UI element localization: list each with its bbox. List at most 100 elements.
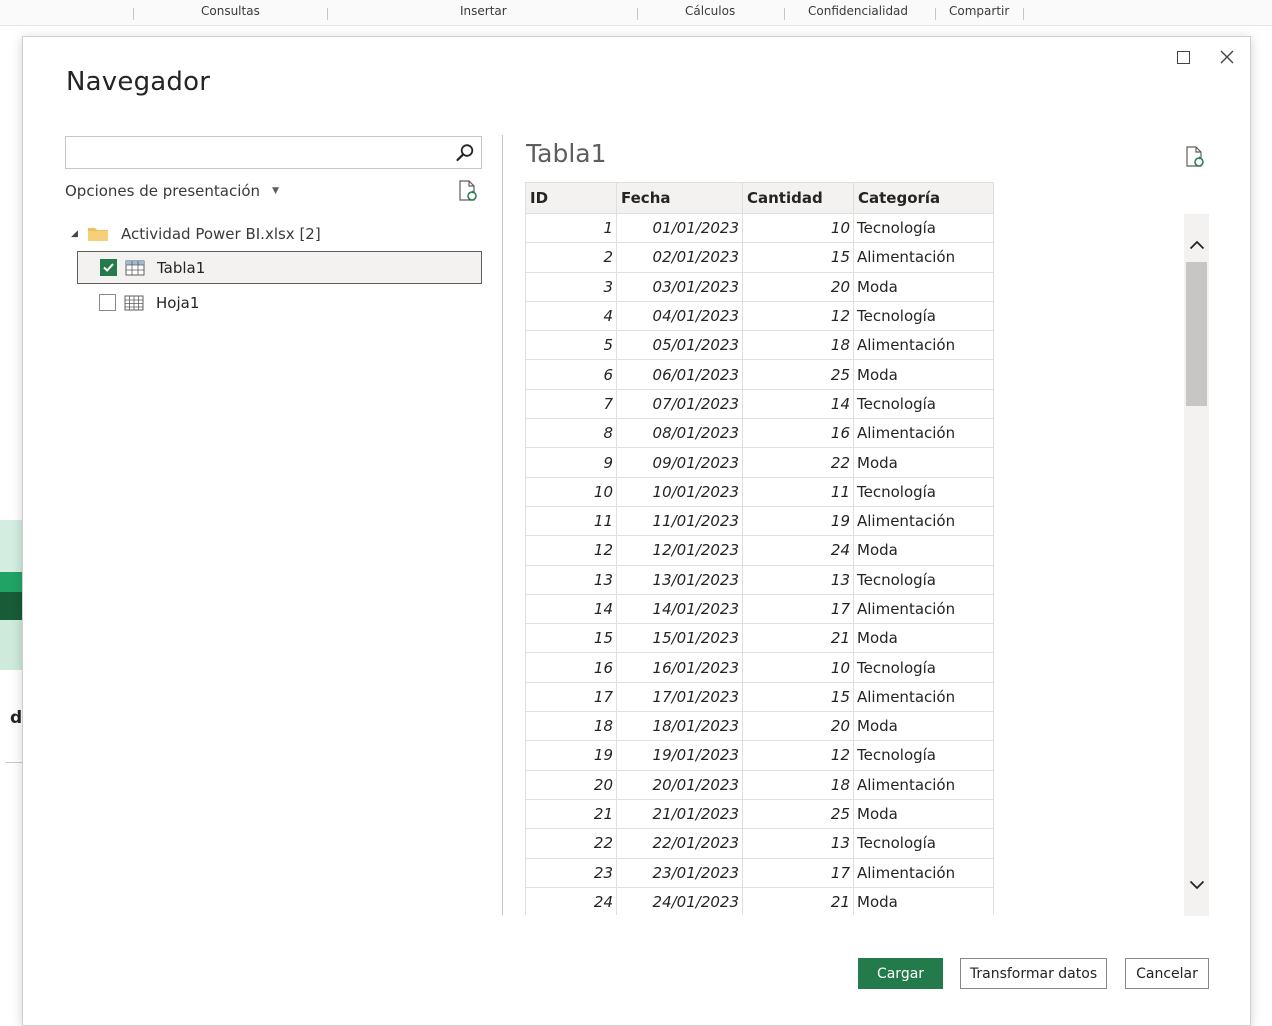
column-header-id[interactable]: ID <box>525 182 617 214</box>
cell-id[interactable]: 9 <box>525 447 617 478</box>
cell-cantidad[interactable]: 13 <box>742 564 854 595</box>
cell-cantidad[interactable]: 15 <box>742 242 854 273</box>
cell-cantidad[interactable]: 25 <box>742 359 854 390</box>
cell-fecha[interactable]: 03/01/2023 <box>616 271 743 302</box>
search-box[interactable] <box>65 136 482 169</box>
cell-id[interactable]: 24 <box>525 886 617 915</box>
cell-id[interactable]: 3 <box>525 271 617 302</box>
cell-id[interactable]: 14 <box>525 593 617 625</box>
pane-divider[interactable] <box>502 135 503 915</box>
cell-categoria[interactable]: Tecnología <box>853 388 994 420</box>
tree-item-tabla1[interactable]: Tabla1 <box>77 251 482 284</box>
cell-cantidad[interactable]: 19 <box>742 505 854 537</box>
cell-categoria[interactable]: Tecnología <box>853 300 994 332</box>
cell-cantidad[interactable]: 20 <box>742 711 854 742</box>
table-row[interactable]: 12 12/01/2023 24 Moda <box>525 535 994 566</box>
transform-data-button[interactable]: Transformar datos <box>960 958 1107 989</box>
table-row[interactable]: 24 24/01/2023 21 Moda <box>525 886 994 915</box>
cell-fecha[interactable]: 18/01/2023 <box>616 711 743 742</box>
cell-fecha[interactable]: 20/01/2023 <box>616 769 743 800</box>
cell-categoria[interactable]: Moda <box>853 447 994 478</box>
cell-fecha[interactable]: 11/01/2023 <box>616 505 743 537</box>
cell-fecha[interactable]: 12/01/2023 <box>616 535 743 566</box>
cell-id[interactable]: 19 <box>525 740 617 771</box>
cell-cantidad[interactable]: 17 <box>742 857 854 888</box>
cell-id[interactable]: 10 <box>525 476 617 507</box>
search-icon[interactable] <box>455 143 475 163</box>
cell-categoria[interactable]: Tecnología <box>853 740 994 771</box>
table-row[interactable]: 17 17/01/2023 15 Alimentación <box>525 681 994 713</box>
preview-grid[interactable]: ID Fecha Cantidad Categoría 1 01/01/2023 1… <box>525 182 995 915</box>
table-row[interactable]: 5 05/01/2023 18 Alimentación <box>525 330 994 361</box>
table-row[interactable]: 13 13/01/2023 13 Tecnología <box>525 564 994 595</box>
cell-categoria[interactable]: Tecnología <box>853 476 994 507</box>
table-row[interactable]: 19 19/01/2023 12 Tecnología <box>525 740 994 771</box>
cell-cantidad[interactable]: 21 <box>742 623 854 654</box>
cell-categoria[interactable]: Alimentación <box>853 242 994 273</box>
tree-item-hoja1[interactable]: Hoja1 <box>77 286 482 319</box>
cell-categoria[interactable]: Alimentación <box>853 681 994 713</box>
column-header-cantidad[interactable]: Cantidad <box>742 182 854 214</box>
table-row[interactable]: 21 21/01/2023 25 Moda <box>525 798 994 830</box>
cell-cantidad[interactable]: 21 <box>742 886 854 915</box>
cell-fecha[interactable]: 08/01/2023 <box>616 418 743 449</box>
table-row[interactable]: 4 04/01/2023 12 Tecnología <box>525 300 994 332</box>
table-row[interactable]: 8 08/01/2023 16 Alimentación <box>525 418 994 449</box>
cell-cantidad[interactable]: 25 <box>742 798 854 830</box>
cell-cantidad[interactable]: 22 <box>742 447 854 478</box>
cell-id[interactable]: 17 <box>525 681 617 713</box>
cell-id[interactable]: 15 <box>525 623 617 654</box>
cell-fecha[interactable]: 09/01/2023 <box>616 447 743 478</box>
cell-id[interactable]: 23 <box>525 857 617 888</box>
cell-id[interactable]: 5 <box>525 330 617 361</box>
cell-categoria[interactable]: Moda <box>853 711 994 742</box>
cell-fecha[interactable]: 17/01/2023 <box>616 681 743 713</box>
cell-id[interactable]: 1 <box>525 212 617 244</box>
table-row[interactable]: 14 14/01/2023 17 Alimentación <box>525 593 994 625</box>
table-row[interactable]: 3 03/01/2023 20 Moda <box>525 271 994 302</box>
scroll-down-button[interactable] <box>1184 874 1209 896</box>
cell-categoria[interactable]: Tecnología <box>853 828 994 859</box>
column-header-categoria[interactable]: Categoría <box>853 182 994 214</box>
cell-cantidad[interactable]: 13 <box>742 828 854 859</box>
cell-cantidad[interactable]: 24 <box>742 535 854 566</box>
cell-categoria[interactable]: Moda <box>853 359 994 390</box>
cell-cantidad[interactable]: 12 <box>742 740 854 771</box>
search-input[interactable] <box>72 141 442 165</box>
cell-id[interactable]: 18 <box>525 711 617 742</box>
table-row[interactable]: 20 20/01/2023 18 Alimentación <box>525 769 994 800</box>
cell-categoria[interactable]: Alimentación <box>853 505 994 537</box>
expand-arrow-icon[interactable]: ◢ <box>71 229 87 239</box>
table-row[interactable]: 6 06/01/2023 25 Moda <box>525 359 994 390</box>
close-button[interactable] <box>1213 45 1241 69</box>
cell-fecha[interactable]: 04/01/2023 <box>616 300 743 332</box>
cell-id[interactable]: 11 <box>525 505 617 537</box>
cell-categoria[interactable]: Alimentación <box>853 769 994 800</box>
cell-categoria[interactable]: Moda <box>853 886 994 915</box>
cell-categoria[interactable]: Tecnología <box>853 564 994 595</box>
ribbon-group-insertar[interactable]: Insertar <box>460 4 507 18</box>
cell-categoria[interactable]: Alimentación <box>853 857 994 888</box>
cell-fecha[interactable]: 24/01/2023 <box>616 886 743 915</box>
cell-categoria[interactable]: Moda <box>853 271 994 302</box>
cell-id[interactable]: 4 <box>525 300 617 332</box>
cell-fecha[interactable]: 07/01/2023 <box>616 388 743 420</box>
table-row[interactable]: 11 11/01/2023 19 Alimentación <box>525 505 994 537</box>
cell-fecha[interactable]: 15/01/2023 <box>616 623 743 654</box>
table-row[interactable]: 7 07/01/2023 14 Tecnología <box>525 388 994 420</box>
cell-fecha[interactable]: 01/01/2023 <box>616 212 743 244</box>
cell-id[interactable]: 20 <box>525 769 617 800</box>
maximize-button[interactable] <box>1169 45 1197 69</box>
cell-categoria[interactable]: Moda <box>853 623 994 654</box>
cell-fecha[interactable]: 10/01/2023 <box>616 476 743 507</box>
cell-id[interactable]: 6 <box>525 359 617 390</box>
cell-fecha[interactable]: 21/01/2023 <box>616 798 743 830</box>
cell-cantidad[interactable]: 18 <box>742 769 854 800</box>
tabla1-checkbox[interactable] <box>100 259 117 276</box>
refresh-icon[interactable] <box>457 179 479 203</box>
table-row[interactable]: 18 18/01/2023 20 Moda <box>525 711 994 742</box>
table-row[interactable]: 10 10/01/2023 11 Tecnología <box>525 476 994 507</box>
table-row[interactable]: 16 16/01/2023 10 Tecnología <box>525 652 994 683</box>
table-row[interactable]: 22 22/01/2023 13 Tecnología <box>525 828 994 859</box>
cell-cantidad[interactable]: 14 <box>742 388 854 420</box>
